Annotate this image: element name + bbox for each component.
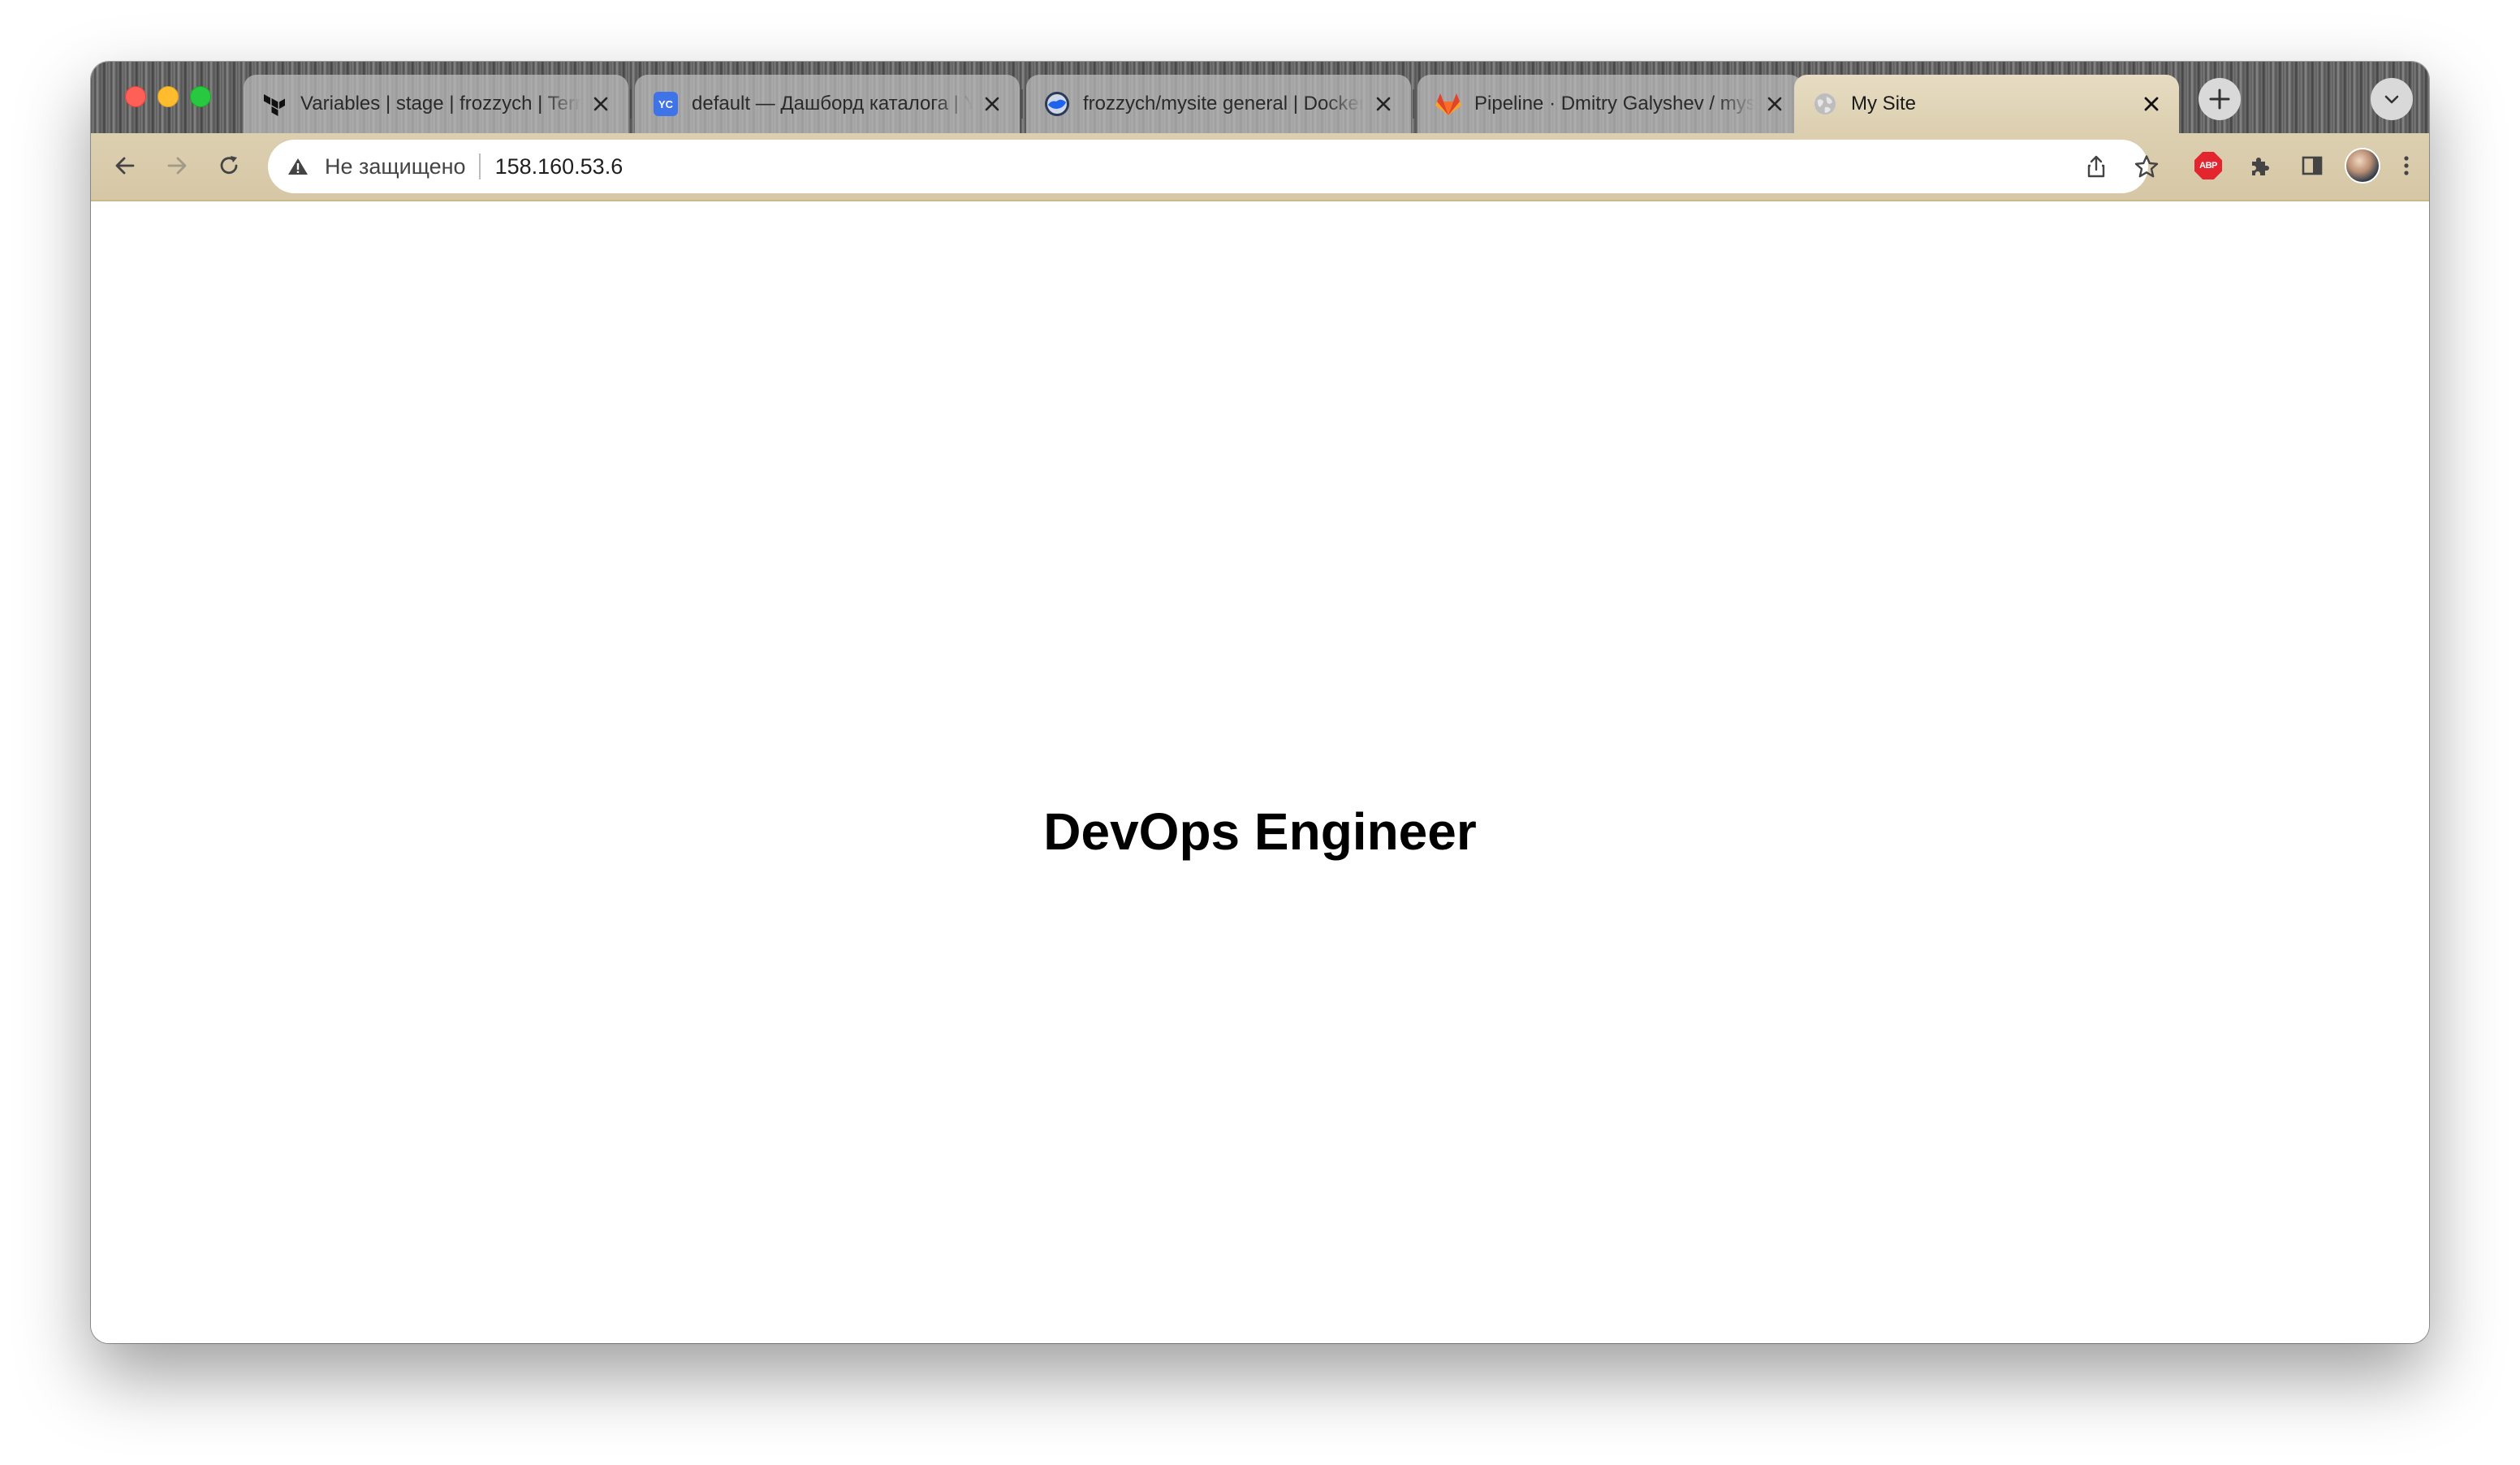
page-content: DevOps Engineer: [91, 201, 2429, 1343]
tab-yandex-cloud-dashboard[interactable]: YC default — Дашборд каталога | Yandex C…: [635, 75, 1020, 133]
gitlab-icon: [1435, 91, 1461, 117]
terraform-icon: [261, 91, 287, 117]
browser-window: Variables | stage | frozzych | Terraform…: [91, 62, 2429, 1343]
security-status-label[interactable]: Не защищено: [325, 154, 466, 179]
tab-separator: [630, 89, 632, 119]
reload-button[interactable]: [208, 145, 250, 187]
url-text[interactable]: 158.160.53.6: [495, 154, 624, 179]
tab-separator: [1413, 89, 1414, 119]
side-panel-icon: [2302, 156, 2323, 175]
avatar: [2346, 149, 2379, 182]
forward-button[interactable]: [156, 145, 198, 187]
reload-icon: [220, 156, 238, 175]
maximize-window-button[interactable]: [190, 86, 211, 107]
address-bar[interactable]: Не защищено 158.160.53.6: [268, 140, 2159, 193]
new-tab-button[interactable]: [2199, 78, 2241, 120]
bookmark-star-icon[interactable]: [2127, 147, 2166, 186]
profile-button[interactable]: [2341, 145, 2384, 187]
adblock-plus-icon: ABP: [2194, 152, 2222, 179]
share-icon[interactable]: [2077, 147, 2116, 186]
tab-title: frozzych/mysite general | Docker Hub: [1083, 93, 1364, 115]
globe-icon: [1812, 91, 1838, 117]
tab-title: Pipeline · Dmitry Galyshev / mysite · Gi…: [1474, 93, 1755, 115]
yandex-cloud-icon-label: YC: [654, 92, 678, 116]
close-icon[interactable]: [981, 93, 1003, 115]
minimize-window-button[interactable]: [158, 86, 179, 107]
close-icon[interactable]: [1763, 93, 1786, 115]
tab-title: Variables | stage | frozzych | Terraform: [300, 93, 581, 115]
arrow-right-icon: [167, 157, 187, 175]
adblock-plus-button[interactable]: ABP: [2187, 145, 2229, 187]
tab-gitlab-pipeline[interactable]: Pipeline · Dmitry Galyshev / mysite · Gi…: [1418, 75, 1802, 133]
tab-title: default — Дашборд каталога | Yandex Clou…: [692, 93, 973, 115]
warning-icon[interactable]: [286, 154, 310, 179]
chevron-down-icon: [2384, 95, 2399, 104]
side-panel-button[interactable]: [2291, 145, 2333, 187]
page-headline: DevOps Engineer: [1043, 802, 1477, 861]
back-button[interactable]: [104, 145, 146, 187]
browser-toolbar: Не защищено 158.160.53.6 ABP: [91, 133, 2429, 201]
menu-button[interactable]: [2392, 145, 2421, 187]
tab-search-button[interactable]: [2371, 78, 2413, 120]
tab-terraform-variables[interactable]: Variables | stage | frozzych | Terraform: [244, 75, 628, 133]
docker-icon: [1044, 91, 1070, 117]
yandex-cloud-icon: YC: [653, 91, 679, 117]
extensions-button[interactable]: [2239, 145, 2281, 187]
tab-separator: [1021, 89, 1023, 119]
tab-strip: Variables | stage | frozzych | Terraform…: [91, 62, 2429, 133]
tab-title: My Site: [1851, 93, 1917, 115]
address-divider: [478, 153, 481, 179]
close-window-button[interactable]: [125, 86, 146, 107]
tab-my-site[interactable]: My Site: [1794, 75, 2179, 133]
close-icon[interactable]: [2140, 93, 2163, 115]
puzzle-icon: [2252, 158, 2269, 175]
plus-icon: [2209, 89, 2230, 110]
close-icon[interactable]: [1372, 93, 1395, 115]
close-icon[interactable]: [589, 93, 612, 115]
tab-docker-hub[interactable]: frozzych/mysite general | Docker Hub: [1026, 75, 1411, 133]
kebab-menu-icon: [2404, 156, 2409, 175]
arrow-left-icon: [115, 157, 135, 175]
